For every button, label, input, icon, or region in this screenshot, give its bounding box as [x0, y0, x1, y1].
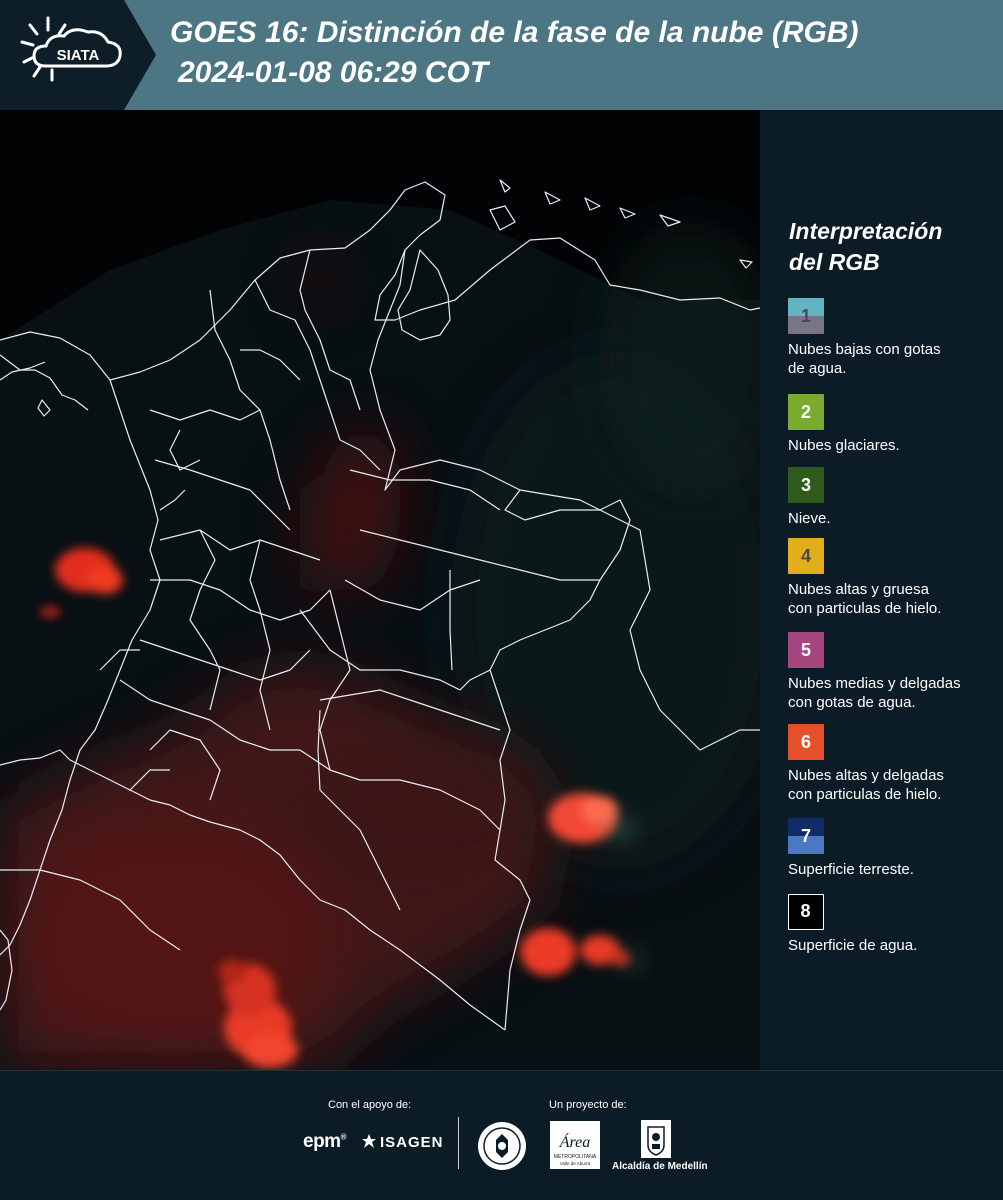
svg-text:METROPOLITANA: METROPOLITANA [554, 1154, 597, 1160]
legend-swatch-4: 4 [788, 538, 824, 574]
logo-text: SIATA [57, 47, 100, 64]
legend-item-7: 7 Superficie terreste. [788, 818, 998, 879]
legend-title: Interpretación del RGB [789, 218, 943, 275]
legend-label-8: Superficie de agua. [788, 937, 918, 954]
legend-item-6: 6 Nubes altas y delgadas con particulas d… [788, 724, 998, 804]
legend-swatch-2: 2 [788, 394, 824, 430]
footer: Con el apoyo de: Un proyecto de: epm® IS… [0, 1070, 1003, 1200]
siata-logo: SIATA [0, 0, 158, 110]
legend-swatch-6: 6 [788, 724, 824, 760]
legend-label-7: Superficie terreste. [788, 861, 914, 878]
epm-logo: epm® [303, 1131, 347, 1152]
page-title: GOES 16: Distinción de la fase de la nub… [170, 16, 859, 49]
legend-swatch-1: 1 [788, 298, 824, 334]
legend-panel: Interpretación del RGB 1 Nubes bajas con… [760, 110, 1003, 1070]
svg-text:Área: Área [559, 1132, 591, 1151]
legend-item-3: 3 Nieve. [788, 467, 998, 528]
support-label: Con el apoyo de: [328, 1099, 412, 1111]
timestamp: 2024-01-08 06:29 COT [178, 56, 489, 89]
legend-item-2: 2 Nubes glaciares. [788, 394, 998, 455]
legend-item-4: 4 Nubes altas y gruesa con particulas de … [788, 538, 998, 618]
legend-item-5: 5 Nubes medias y delgadas con gotas de ag… [788, 632, 998, 712]
legend-swatch-3: 3 [788, 467, 824, 503]
svg-text:Valle de Aburrá: Valle de Aburrá [560, 1161, 591, 1166]
legend-swatch-5: 5 [788, 632, 824, 668]
legend-swatch-8: 8 [788, 894, 824, 930]
project-label: Un proyecto de: [549, 1099, 627, 1111]
area-metropolitana-logo: Área METROPOLITANA Valle de Aburrá [550, 1121, 600, 1169]
legend-label-3: Nieve. [788, 510, 831, 527]
legend-label-1: Nubes bajas con gotas de agua. [788, 341, 941, 377]
isagen-mark-icon [362, 1134, 376, 1148]
footer-divider [458, 1117, 459, 1169]
isagen-logo: ISAGEN [361, 1133, 444, 1151]
legend-label-6: Nubes altas y delgadas con particulas de … [788, 767, 944, 803]
legend-item-1: 1 Nubes bajas con gotas de agua. [788, 298, 998, 378]
satellite-map [0, 110, 760, 1070]
alcaldia-label: Alcaldía de Medellín [612, 1161, 708, 1172]
legend-item-8: 8 Superficie de agua. [788, 894, 998, 955]
alcaldia-crest-icon [641, 1120, 671, 1158]
legend-label-2: Nubes glaciares. [788, 437, 900, 454]
legend-swatch-7: 7 [788, 818, 824, 854]
legend-label-4: Nubes altas y gruesa con particulas de hi… [788, 581, 942, 617]
legend-label-5: Nubes medias y delgadas con gotas de agua… [788, 675, 961, 711]
medellin-seal-icon [478, 1122, 526, 1170]
header: SIATA GOES 16: Distinción de la fase de … [0, 0, 1003, 110]
